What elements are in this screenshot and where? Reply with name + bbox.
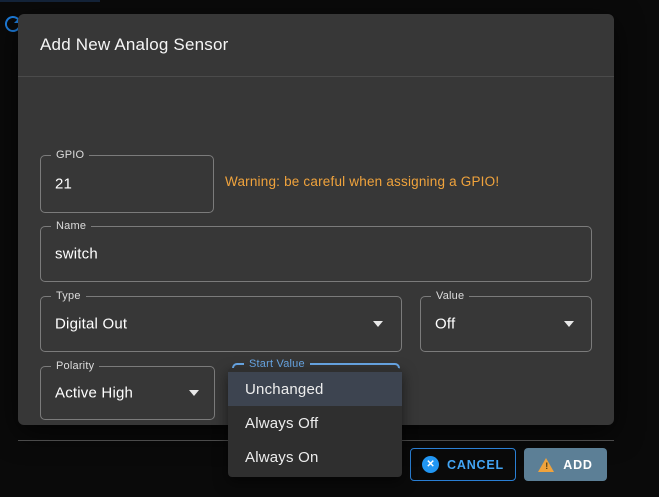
- add-button-label: ADD: [563, 458, 592, 472]
- menu-option-unchanged[interactable]: Unchanged: [228, 372, 402, 406]
- cancel-button[interactable]: ✕ CANCEL: [410, 448, 516, 481]
- value-label: Value: [431, 290, 469, 303]
- add-analog-sensor-dialog: Add New Analog Sensor GPIO 21 Warning: b…: [18, 14, 614, 425]
- chevron-down-icon: [373, 321, 383, 327]
- value-select[interactable]: Value Off: [420, 296, 592, 352]
- name-value: switch: [55, 246, 98, 263]
- gpio-warning-text: Warning: be careful when assigning a GPI…: [225, 174, 499, 189]
- polarity-label: Polarity: [51, 360, 99, 373]
- page-background: { "colors": { "accent_blue": "#2196f3", …: [0, 0, 659, 497]
- dialog-header: Add New Analog Sensor: [18, 14, 614, 77]
- name-input[interactable]: Name switch: [40, 226, 592, 282]
- type-select[interactable]: Type Digital Out: [40, 296, 402, 352]
- type-value: Digital Out: [55, 316, 127, 333]
- chevron-down-icon: [564, 321, 574, 327]
- cancel-circle-x-icon: ✕: [422, 456, 439, 473]
- name-label: Name: [51, 220, 91, 233]
- value-value: Off: [435, 316, 455, 333]
- polarity-select[interactable]: Polarity Active High: [40, 366, 215, 420]
- polarity-value: Active High: [55, 385, 133, 402]
- dialog-title: Add New Analog Sensor: [40, 35, 229, 55]
- chevron-down-icon: [189, 390, 199, 396]
- cancel-button-label: CANCEL: [447, 458, 504, 472]
- gpio-value: 21: [55, 176, 72, 193]
- gpio-input[interactable]: GPIO 21: [40, 155, 214, 213]
- menu-option-always-off[interactable]: Always Off: [228, 406, 402, 440]
- gpio-label: GPIO: [51, 149, 89, 162]
- warning-triangle-icon: !: [538, 457, 555, 472]
- type-label: Type: [51, 290, 86, 303]
- background-toolbar-edge: [0, 0, 100, 2]
- menu-option-always-on[interactable]: Always On: [228, 440, 402, 474]
- start-value-dropdown-menu: Unchanged Always Off Always On: [228, 368, 402, 477]
- add-button[interactable]: ! ADD: [524, 448, 607, 481]
